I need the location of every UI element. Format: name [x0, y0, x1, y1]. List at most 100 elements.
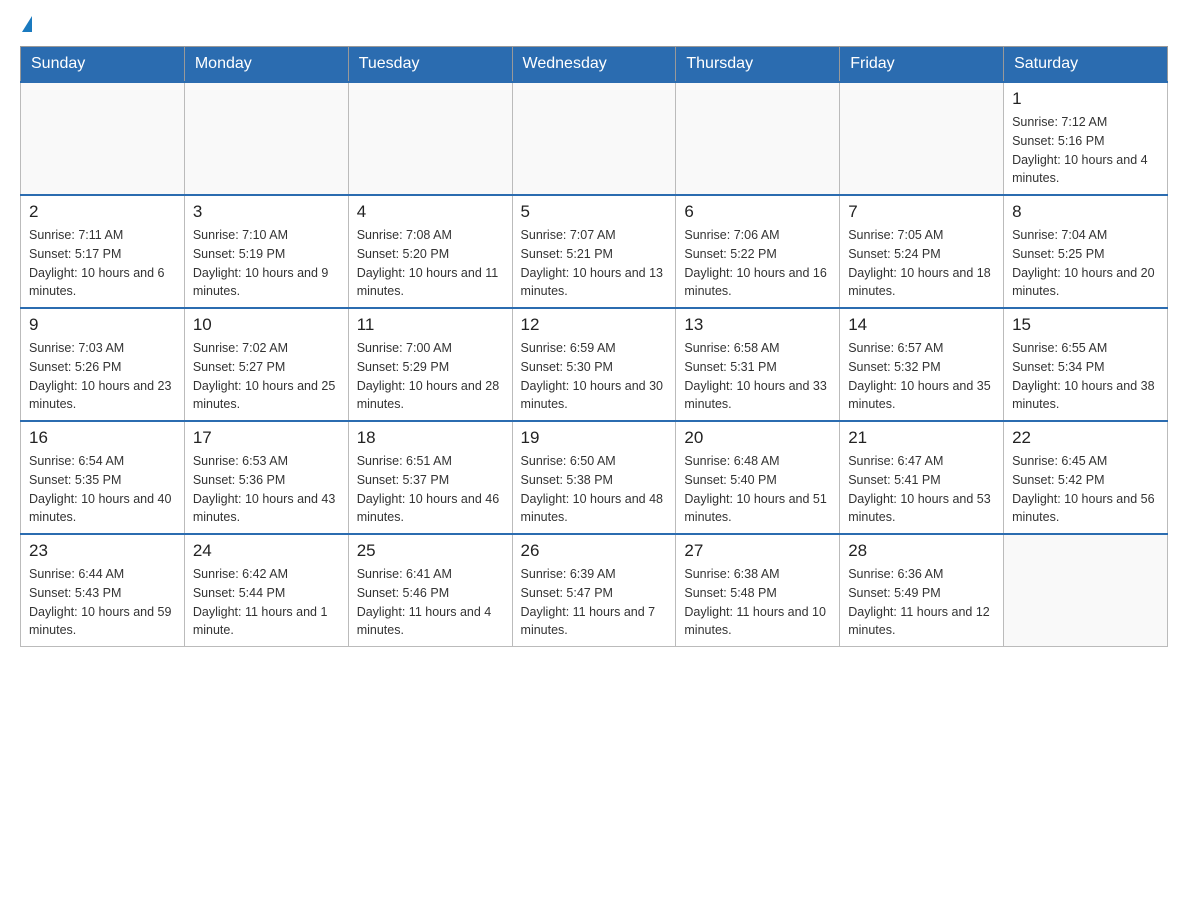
calendar-cell: 9 Sunrise: 7:03 AMSunset: 5:26 PMDaylight…	[21, 308, 185, 421]
day-number: 26	[521, 541, 668, 561]
day-of-week-header: Wednesday	[512, 47, 676, 83]
day-number: 13	[684, 315, 831, 335]
week-row: 23 Sunrise: 6:44 AMSunset: 5:43 PMDayligh…	[21, 534, 1168, 647]
logo	[20, 20, 32, 36]
calendar-cell: 10 Sunrise: 7:02 AMSunset: 5:27 PMDayligh…	[184, 308, 348, 421]
logo-triangle-icon	[22, 16, 32, 32]
day-info: Sunrise: 6:45 AMSunset: 5:42 PMDaylight:…	[1012, 452, 1159, 527]
day-number: 25	[357, 541, 504, 561]
day-number: 23	[29, 541, 176, 561]
day-info: Sunrise: 6:48 AMSunset: 5:40 PMDaylight:…	[684, 452, 831, 527]
calendar-cell	[512, 82, 676, 195]
day-number: 18	[357, 428, 504, 448]
day-number: 22	[1012, 428, 1159, 448]
day-number: 6	[684, 202, 831, 222]
calendar-cell: 23 Sunrise: 6:44 AMSunset: 5:43 PMDayligh…	[21, 534, 185, 647]
day-number: 10	[193, 315, 340, 335]
calendar-cell: 7 Sunrise: 7:05 AMSunset: 5:24 PMDaylight…	[840, 195, 1004, 308]
day-number: 11	[357, 315, 504, 335]
day-of-week-header: Saturday	[1004, 47, 1168, 83]
day-number: 21	[848, 428, 995, 448]
calendar-cell: 27 Sunrise: 6:38 AMSunset: 5:48 PMDayligh…	[676, 534, 840, 647]
day-info: Sunrise: 6:55 AMSunset: 5:34 PMDaylight:…	[1012, 339, 1159, 414]
calendar-header-row: SundayMondayTuesdayWednesdayThursdayFrid…	[21, 47, 1168, 83]
day-info: Sunrise: 6:38 AMSunset: 5:48 PMDaylight:…	[684, 565, 831, 640]
week-row: 2 Sunrise: 7:11 AMSunset: 5:17 PMDaylight…	[21, 195, 1168, 308]
day-info: Sunrise: 7:02 AMSunset: 5:27 PMDaylight:…	[193, 339, 340, 414]
day-info: Sunrise: 6:50 AMSunset: 5:38 PMDaylight:…	[521, 452, 668, 527]
day-number: 17	[193, 428, 340, 448]
day-info: Sunrise: 6:42 AMSunset: 5:44 PMDaylight:…	[193, 565, 340, 640]
week-row: 9 Sunrise: 7:03 AMSunset: 5:26 PMDaylight…	[21, 308, 1168, 421]
day-number: 2	[29, 202, 176, 222]
calendar-cell	[676, 82, 840, 195]
day-of-week-header: Tuesday	[348, 47, 512, 83]
calendar-cell: 8 Sunrise: 7:04 AMSunset: 5:25 PMDaylight…	[1004, 195, 1168, 308]
day-number: 24	[193, 541, 340, 561]
day-number: 5	[521, 202, 668, 222]
calendar-table: SundayMondayTuesdayWednesdayThursdayFrid…	[20, 46, 1168, 647]
day-info: Sunrise: 7:06 AMSunset: 5:22 PMDaylight:…	[684, 226, 831, 301]
day-info: Sunrise: 7:00 AMSunset: 5:29 PMDaylight:…	[357, 339, 504, 414]
day-info: Sunrise: 7:03 AMSunset: 5:26 PMDaylight:…	[29, 339, 176, 414]
day-info: Sunrise: 7:12 AMSunset: 5:16 PMDaylight:…	[1012, 113, 1159, 188]
calendar-cell: 18Sunrise: 6:51 AMSunset: 5:37 PMDayligh…	[348, 421, 512, 534]
day-number: 27	[684, 541, 831, 561]
day-number: 16	[29, 428, 176, 448]
calendar-cell: 28 Sunrise: 6:36 AMSunset: 5:49 PMDayligh…	[840, 534, 1004, 647]
day-info: Sunrise: 7:07 AMSunset: 5:21 PMDaylight:…	[521, 226, 668, 301]
day-of-week-header: Sunday	[21, 47, 185, 83]
calendar-cell: 20Sunrise: 6:48 AMSunset: 5:40 PMDayligh…	[676, 421, 840, 534]
day-number: 12	[521, 315, 668, 335]
day-info: Sunrise: 7:10 AMSunset: 5:19 PMDaylight:…	[193, 226, 340, 301]
day-number: 9	[29, 315, 176, 335]
calendar-cell: 17 Sunrise: 6:53 AMSunset: 5:36 PMDayligh…	[184, 421, 348, 534]
day-info: Sunrise: 6:39 AMSunset: 5:47 PMDaylight:…	[521, 565, 668, 640]
day-info: Sunrise: 6:54 AMSunset: 5:35 PMDaylight:…	[29, 452, 176, 527]
calendar-cell: 2 Sunrise: 7:11 AMSunset: 5:17 PMDaylight…	[21, 195, 185, 308]
calendar-cell: 3 Sunrise: 7:10 AMSunset: 5:19 PMDaylight…	[184, 195, 348, 308]
calendar-cell: 14Sunrise: 6:57 AMSunset: 5:32 PMDayligh…	[840, 308, 1004, 421]
day-info: Sunrise: 6:59 AMSunset: 5:30 PMDaylight:…	[521, 339, 668, 414]
week-row: 16 Sunrise: 6:54 AMSunset: 5:35 PMDayligh…	[21, 421, 1168, 534]
day-info: Sunrise: 7:04 AMSunset: 5:25 PMDaylight:…	[1012, 226, 1159, 301]
day-info: Sunrise: 7:05 AMSunset: 5:24 PMDaylight:…	[848, 226, 995, 301]
calendar-cell: 4Sunrise: 7:08 AMSunset: 5:20 PMDaylight…	[348, 195, 512, 308]
day-number: 19	[521, 428, 668, 448]
day-number: 1	[1012, 89, 1159, 109]
day-info: Sunrise: 6:36 AMSunset: 5:49 PMDaylight:…	[848, 565, 995, 640]
calendar-cell	[184, 82, 348, 195]
day-of-week-header: Thursday	[676, 47, 840, 83]
day-number: 8	[1012, 202, 1159, 222]
day-info: Sunrise: 6:58 AMSunset: 5:31 PMDaylight:…	[684, 339, 831, 414]
calendar-cell: 24 Sunrise: 6:42 AMSunset: 5:44 PMDayligh…	[184, 534, 348, 647]
calendar-cell	[1004, 534, 1168, 647]
calendar-cell	[21, 82, 185, 195]
calendar-cell: 5 Sunrise: 7:07 AMSunset: 5:21 PMDaylight…	[512, 195, 676, 308]
day-of-week-header: Monday	[184, 47, 348, 83]
calendar-cell	[348, 82, 512, 195]
calendar-cell: 22 Sunrise: 6:45 AMSunset: 5:42 PMDayligh…	[1004, 421, 1168, 534]
day-of-week-header: Friday	[840, 47, 1004, 83]
day-info: Sunrise: 6:44 AMSunset: 5:43 PMDaylight:…	[29, 565, 176, 640]
calendar-cell: 21 Sunrise: 6:47 AMSunset: 5:41 PMDayligh…	[840, 421, 1004, 534]
day-info: Sunrise: 6:41 AMSunset: 5:46 PMDaylight:…	[357, 565, 504, 640]
calendar-cell: 12 Sunrise: 6:59 AMSunset: 5:30 PMDayligh…	[512, 308, 676, 421]
calendar-cell: 25 Sunrise: 6:41 AMSunset: 5:46 PMDayligh…	[348, 534, 512, 647]
calendar-cell: 19 Sunrise: 6:50 AMSunset: 5:38 PMDayligh…	[512, 421, 676, 534]
day-number: 14	[848, 315, 995, 335]
calendar-cell: 1 Sunrise: 7:12 AMSunset: 5:16 PMDaylight…	[1004, 82, 1168, 195]
day-number: 7	[848, 202, 995, 222]
calendar-cell	[840, 82, 1004, 195]
calendar-cell: 15 Sunrise: 6:55 AMSunset: 5:34 PMDayligh…	[1004, 308, 1168, 421]
day-number: 28	[848, 541, 995, 561]
day-info: Sunrise: 7:08 AMSunset: 5:20 PMDaylight:…	[357, 226, 504, 301]
day-number: 15	[1012, 315, 1159, 335]
day-info: Sunrise: 7:11 AMSunset: 5:17 PMDaylight:…	[29, 226, 176, 301]
page-header	[20, 20, 1168, 36]
calendar-cell: 16 Sunrise: 6:54 AMSunset: 5:35 PMDayligh…	[21, 421, 185, 534]
day-info: Sunrise: 6:53 AMSunset: 5:36 PMDaylight:…	[193, 452, 340, 527]
day-info: Sunrise: 6:47 AMSunset: 5:41 PMDaylight:…	[848, 452, 995, 527]
calendar-cell: 6 Sunrise: 7:06 AMSunset: 5:22 PMDaylight…	[676, 195, 840, 308]
day-number: 3	[193, 202, 340, 222]
